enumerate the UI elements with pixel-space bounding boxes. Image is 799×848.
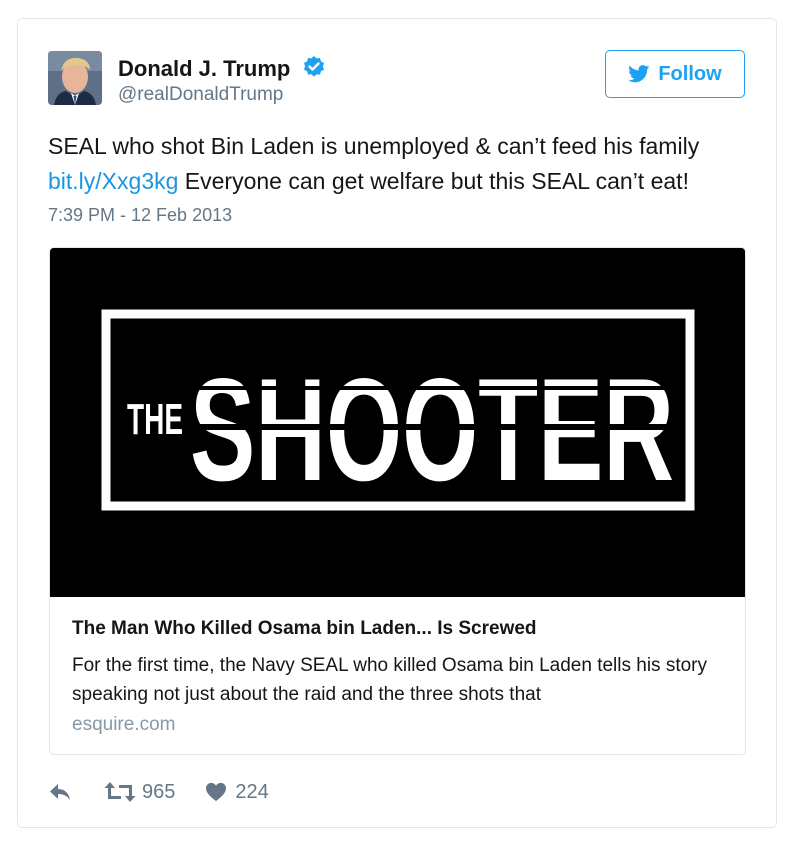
- author-name-text: Donald J. Trump: [118, 56, 291, 81]
- card-image: THE SHOOTER: [50, 248, 745, 597]
- reply-button[interactable]: [48, 783, 72, 801]
- card-image-art: THE SHOOTER: [50, 248, 745, 597]
- avatar-image: [48, 51, 102, 105]
- tweet-text-line2: Everyone can get welfare but this SEAL c…: [178, 168, 689, 194]
- tweet-text-line1: SEAL who shot Bin Laden is unemployed & …: [48, 133, 700, 159]
- tweet-card: Donald J. Trump @realDonaldTrump Follow …: [17, 18, 777, 828]
- twitter-bird-icon: [628, 65, 650, 83]
- author-name[interactable]: Donald J. Trump: [118, 55, 326, 82]
- heart-icon: [206, 782, 227, 802]
- card-domain: esquire.com: [72, 714, 176, 735]
- follow-button[interactable]: Follow: [605, 50, 745, 98]
- avatar[interactable]: [48, 51, 102, 105]
- reply-icon: [50, 784, 70, 800]
- retweet-button[interactable]: 965: [104, 781, 175, 804]
- like-button[interactable]: 224: [205, 780, 269, 804]
- retweet-icon: [104, 782, 136, 802]
- tweet-timestamp[interactable]: 7:39 PM - 12 Feb 2013: [48, 205, 232, 226]
- author-handle[interactable]: @realDonaldTrump: [118, 84, 283, 106]
- tweet-link[interactable]: bit.ly/Xxg3kg: [48, 168, 178, 194]
- like-count: 224: [235, 780, 269, 803]
- tweet-text: SEAL who shot Bin Laden is unemployed & …: [48, 129, 758, 199]
- follow-button-label: Follow: [658, 62, 722, 85]
- verified-badge-icon: [304, 56, 325, 77]
- card-title: The Man Who Killed Osama bin Laden... Is…: [72, 618, 537, 639]
- retweet-count: 965: [142, 780, 176, 803]
- card-image-word-small: THE: [127, 395, 183, 444]
- card-description: For the first time, the Navy SEAL who ki…: [72, 655, 708, 705]
- link-card[interactable]: THE SHOOTER The Man Who Killed Osama bin…: [49, 247, 746, 755]
- tweet-actions: 965 224: [48, 777, 269, 807]
